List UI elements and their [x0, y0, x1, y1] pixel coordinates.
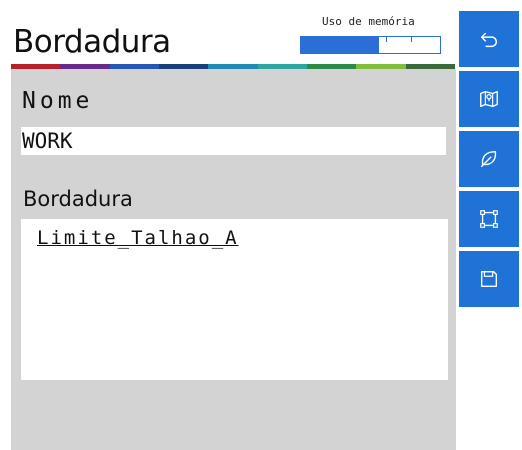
boundary-label: Bordadura — [23, 187, 133, 211]
memory-usage-bar — [300, 36, 441, 54]
square-nodes-icon — [480, 210, 498, 228]
map-button[interactable] — [459, 71, 519, 127]
save-icon — [480, 270, 498, 288]
name-label: Nome — [22, 88, 94, 114]
map-icon — [480, 90, 498, 108]
memory-tick — [386, 37, 387, 42]
memory-usage-label: Uso de memória — [322, 15, 415, 28]
content-panel: Nome Bordadura Limite_Talhao_A — [11, 69, 456, 450]
name-field[interactable] — [21, 127, 446, 155]
leaf-button[interactable] — [459, 131, 519, 187]
save-button[interactable] — [459, 251, 519, 307]
back-button[interactable] — [459, 11, 519, 67]
list-item[interactable]: Limite_Talhao_A — [37, 227, 239, 249]
sidebar — [459, 0, 522, 450]
leaf-icon — [480, 150, 497, 168]
boundary-list[interactable]: Limite_Talhao_A — [21, 219, 448, 380]
boundary-shape-button[interactable] — [459, 191, 519, 247]
header: Bordadura Uso de memória — [0, 0, 459, 68]
page-title: Bordadura — [13, 24, 171, 60]
memory-usage-fill — [301, 37, 379, 53]
memory-tick — [411, 37, 412, 42]
back-arrow-icon — [480, 32, 497, 48]
